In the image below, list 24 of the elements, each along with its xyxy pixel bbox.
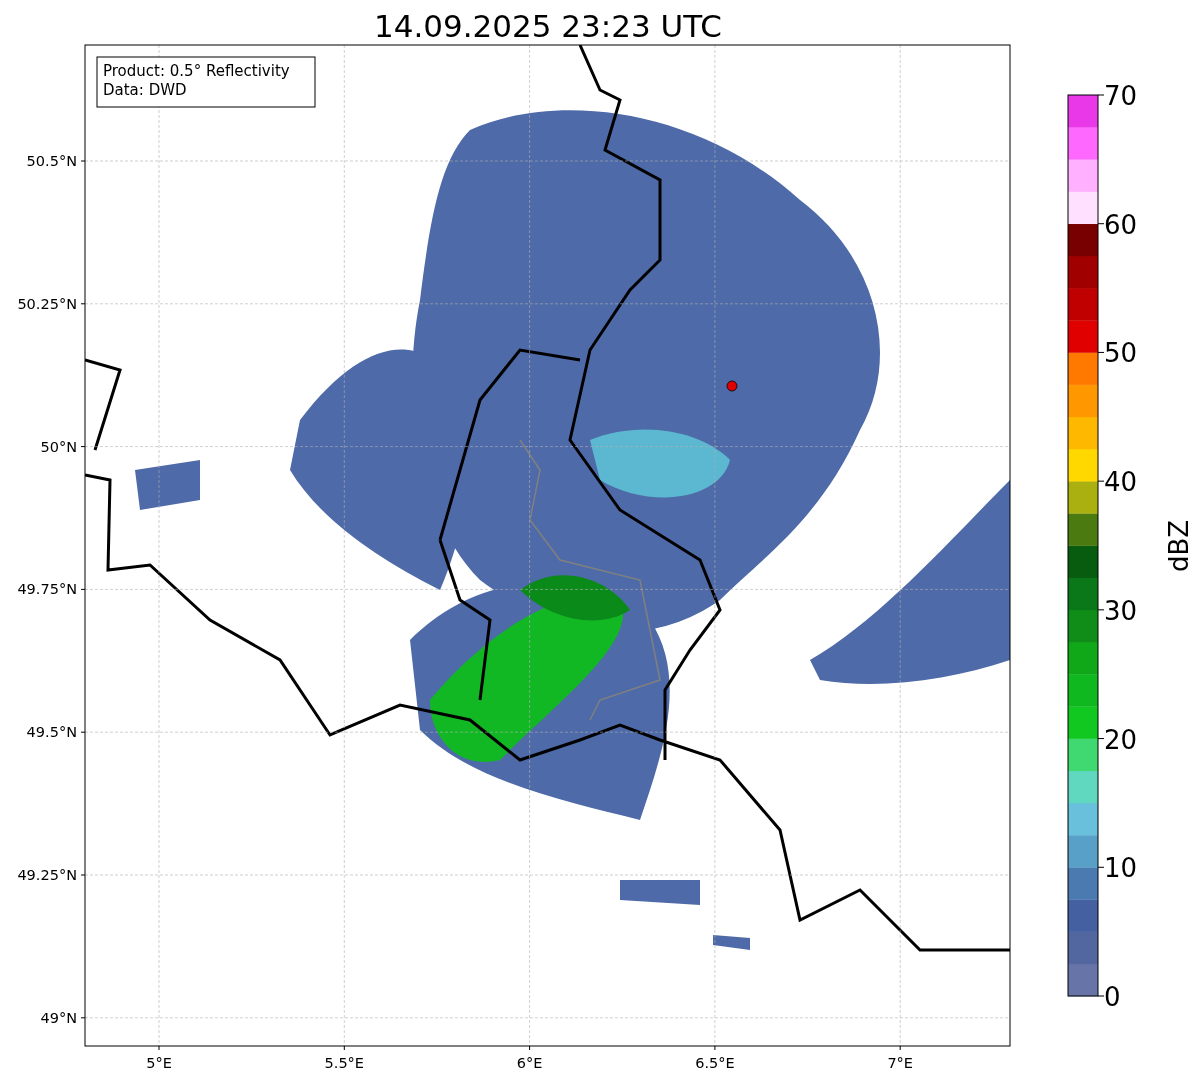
colorbar-tick-label: 60 — [1104, 209, 1138, 240]
colorbar-tick-label: 0 — [1104, 982, 1121, 1012]
colorbar-tick-label: 40 — [1104, 467, 1138, 498]
latitude-label: 49°N — [40, 1009, 77, 1026]
colorbar-tick-label: 30 — [1104, 595, 1138, 626]
colorbar-label: dBZ — [1164, 519, 1194, 573]
chart-title: 14.09.2025 23:23 UTC — [374, 8, 722, 44]
latitude-label: 49.75°N — [17, 581, 77, 598]
longitude-label: 5°E — [146, 1055, 172, 1071]
latitude-label: 50°N — [40, 438, 77, 455]
colorbar-tick-label: 70 — [1104, 81, 1138, 111]
latitude-label: 49.5°N — [26, 724, 77, 741]
longitude-label: 5.5°E — [324, 1055, 365, 1071]
legend-text: Data: DWD — [103, 81, 187, 99]
longitude-label: 6.5°E — [695, 1055, 735, 1071]
latitude-label: 49.25°N — [17, 867, 77, 883]
longitude-label: 6°E — [516, 1055, 543, 1071]
latitude-label: 50.5°N — [26, 153, 77, 169]
longitude-label: 7°E — [887, 1055, 913, 1071]
colorbar-tick-label: 20 — [1104, 724, 1138, 755]
legend-text: Product: 0.5° Reflectivity — [103, 62, 290, 80]
latitude-label: 50.25°N — [17, 295, 77, 312]
colorbar-tick-label: 50 — [1104, 338, 1138, 369]
colorbar-tick-label: 10 — [1104, 853, 1138, 884]
